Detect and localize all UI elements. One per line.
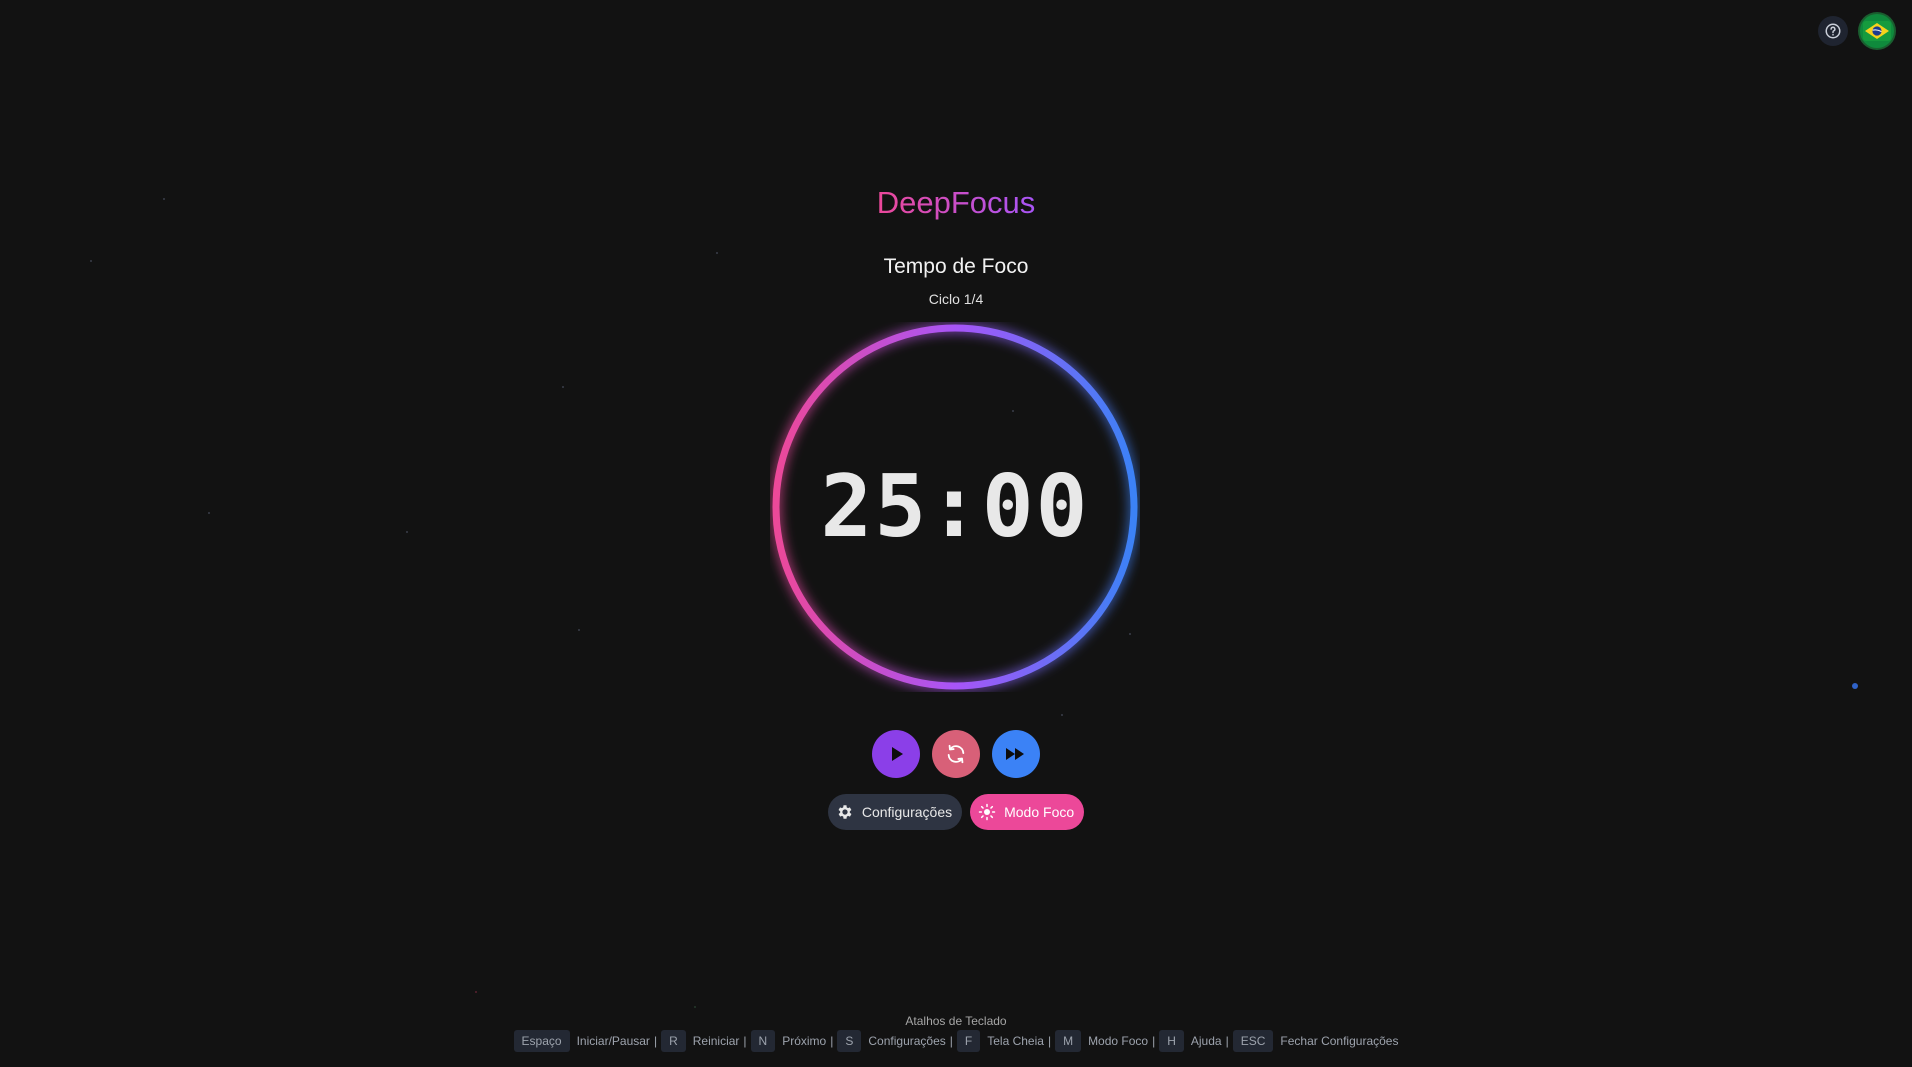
timer-display: 25:00 — [820, 457, 1090, 557]
shortcut-item: N Próximo — [750, 1030, 827, 1052]
shortcut-key: R — [661, 1030, 686, 1052]
gear-icon — [838, 805, 852, 819]
action-buttons: Configurações Modo Foco — [0, 794, 1912, 830]
shortcut-label: Configurações — [868, 1034, 946, 1048]
shortcut-separator: | — [743, 1034, 747, 1048]
cycle-counter: Ciclo 1/4 — [928, 291, 984, 307]
background-star — [1852, 683, 1858, 689]
shortcut-separator: | — [830, 1034, 834, 1048]
background-star — [578, 629, 580, 631]
background-star — [562, 386, 564, 388]
shortcut-separator: | — [653, 1034, 658, 1048]
shortcut-label: Modo Foco — [1088, 1034, 1149, 1048]
settings-button-label: Configurações — [861, 804, 953, 820]
reset-button[interactable] — [932, 730, 980, 778]
brazil-flag-icon — [1863, 21, 1891, 41]
sun-icon — [978, 803, 996, 821]
background-star — [716, 252, 718, 254]
shortcut-separator: | — [1152, 1034, 1156, 1048]
shortcut-item: S Configurações — [837, 1030, 946, 1052]
timer-controls — [0, 730, 1912, 778]
background-star — [406, 531, 408, 533]
language-button[interactable] — [1860, 14, 1894, 48]
focus-mode-button[interactable]: Modo Foco — [970, 794, 1085, 830]
settings-button[interactable]: Configurações — [827, 794, 963, 830]
skip-button[interactable] — [992, 730, 1040, 778]
background-star — [694, 1006, 696, 1008]
app-title: DeepFocus — [876, 185, 1036, 220]
shortcut-separator: | — [1225, 1034, 1229, 1048]
session-mode-label: Tempo de Foco — [883, 255, 1029, 278]
shortcut-label: Iniciar/Pausar — [576, 1034, 650, 1048]
play-button[interactable] — [872, 730, 920, 778]
shortcut-key: H — [1159, 1030, 1184, 1052]
background-star — [208, 512, 210, 514]
background-star — [475, 991, 477, 993]
shortcut-key: N — [750, 1030, 776, 1052]
shortcut-key: F — [956, 1030, 981, 1052]
shortcut-label: Ajuda — [1190, 1034, 1222, 1048]
shortcut-separator: | — [1047, 1034, 1052, 1048]
shortcut-label: Reiniciar — [692, 1034, 740, 1048]
shortcut-item: M Modo Foco — [1055, 1030, 1148, 1052]
fast-forward-icon — [1006, 748, 1024, 760]
shortcut-item: ESC Fechar Configurações — [1232, 1030, 1399, 1052]
background-star — [1061, 714, 1063, 716]
shortcut-key: S — [837, 1030, 862, 1052]
refresh-icon — [947, 744, 965, 764]
shortcut-label: Próximo — [782, 1034, 827, 1048]
shortcuts-bar: Espaço Iniciar/Pausar | R Reiniciar | N Próximo… — [0, 1030, 1912, 1052]
question-circle-icon — [1825, 23, 1841, 39]
shortcuts-title: Atalhos de Teclado — [905, 1014, 1007, 1028]
shortcut-item: R Reiniciar — [661, 1030, 739, 1052]
help-button[interactable] — [1818, 16, 1848, 46]
shortcut-key: Espaço — [513, 1030, 570, 1052]
app-root: DeepFocus Tempo de Foco Ciclo 1/4 25:00 — [0, 0, 1912, 1067]
timer-ring: 25:00 — [770, 322, 1140, 692]
shortcut-label: Fechar Configurações — [1280, 1034, 1399, 1048]
focus-mode-button-label: Modo Foco — [1004, 804, 1075, 820]
shortcut-separator: | — [949, 1034, 953, 1048]
shortcut-item: Espaço Iniciar/Pausar — [513, 1030, 650, 1052]
shortcut-key: M — [1055, 1030, 1082, 1052]
shortcut-label: Tela Cheia — [987, 1034, 1044, 1048]
shortcut-item: F Tela Cheia — [956, 1030, 1044, 1052]
shortcut-item: H Ajuda — [1159, 1030, 1222, 1052]
play-icon — [892, 747, 903, 761]
header-actions — [1818, 14, 1894, 48]
shortcut-key: ESC — [1232, 1030, 1274, 1052]
